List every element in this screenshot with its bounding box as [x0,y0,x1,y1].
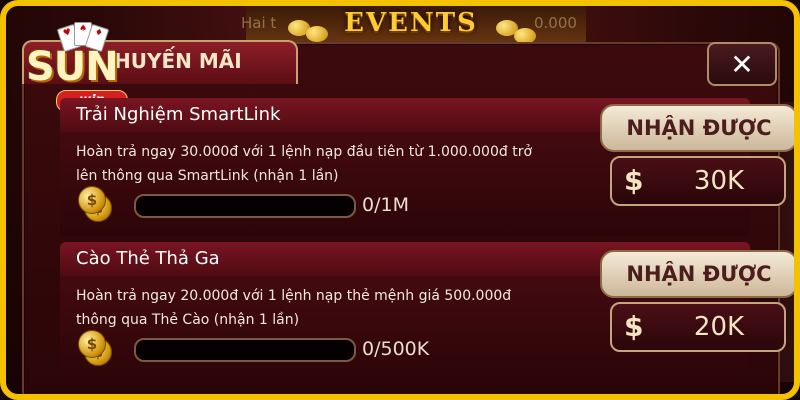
background-text-left: Hai t [241,14,277,32]
progress-text: 0/1M [362,194,409,216]
progress-text: 0/500K [362,338,430,360]
promotion-title: Trải Nghiệm SmartLink [76,104,281,125]
game-frame: Hai t 0.000 EVENTS HUYẾN MÃI ✕ ♥ ♠ ♦ SUN… [0,0,800,400]
events-title: EVENTS [344,8,478,38]
reward-area: NHẬN ĐƯỢC $ 30K [600,104,794,222]
reward-box: $ 30K [610,156,786,206]
reward-value: 20K [693,312,745,342]
receive-button[interactable]: NHẬN ĐƯỢC [600,104,794,152]
promotion-description-line: Hoàn trả ngay 30.000đ với 1 lệnh nạp đầu… [76,144,533,160]
close-icon: ✕ [730,47,754,81]
background-text-right: 0.000 [534,14,577,32]
promotion-title: Cào Thẻ Thả Ga [76,248,220,269]
promotion-item: Cào Thẻ Thả Ga Hoàn trả ngay 20.000đ với… [60,242,794,380]
promotion-description-line: thông qua Thẻ Cào (nhận 1 lần) [76,312,300,328]
logo-brand: SUN [26,44,119,90]
progress-bar [134,194,356,218]
close-button[interactable]: ✕ [707,42,777,86]
dollar-icon: $ [624,164,644,197]
promotion-description-line: lên thông qua SmartLink (nhận 1 lần) [76,168,339,184]
coin-stack-icon: $ $ [78,186,112,222]
coin-stack-icon: $ $ [78,330,112,366]
promotion-item: Trải Nghiệm SmartLink Hoàn trả ngay 30.0… [60,98,794,236]
dollar-icon: $ [624,310,644,343]
sunwin-logo: ♥ ♠ ♦ SUN win [20,22,138,112]
progress-bar [134,338,356,362]
receive-button[interactable]: NHẬN ĐƯỢC [600,250,794,298]
promotion-description: Hoàn trả ngay 30.000đ với 1 lệnh nạp đầu… [76,140,556,188]
reward-area: NHẬN ĐƯỢC $ 20K [600,250,794,368]
reward-value: 30K [693,166,745,196]
coin-decoration-icon [306,26,328,42]
promotion-description: Hoàn trả ngay 20.000đ với 1 lệnh nạp thẻ… [76,284,556,332]
reward-box: $ 20K [610,302,786,352]
promotion-description-line: Hoàn trả ngay 20.000đ với 1 lệnh nạp thẻ… [76,288,512,304]
